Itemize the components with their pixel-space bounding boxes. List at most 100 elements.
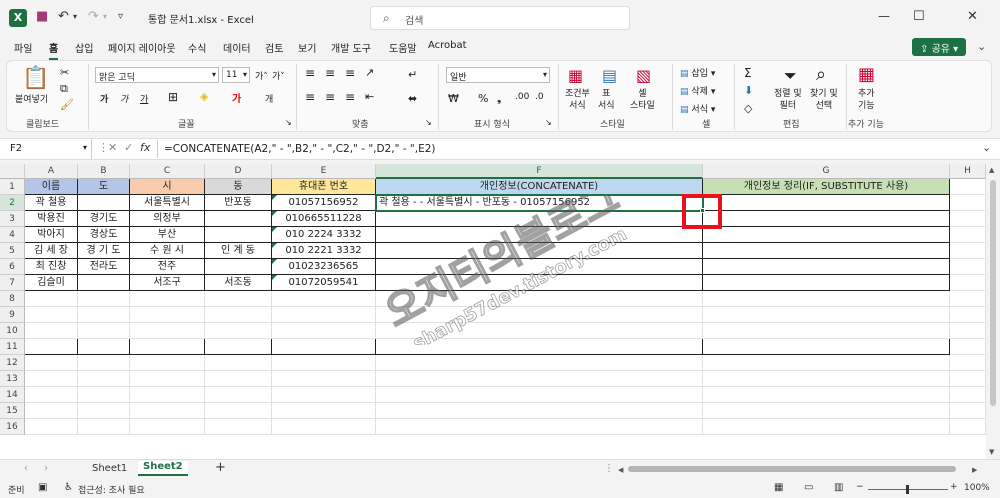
sheet-tab-sheet1[interactable]: Sheet1 <box>92 463 127 474</box>
row-header-16[interactable]: 16 <box>0 419 25 435</box>
align-center-icon[interactable]: ≡ <box>325 90 335 104</box>
data-cell[interactable]: 수 원 시 <box>130 243 205 259</box>
header-cell[interactable]: 동 <box>205 179 272 195</box>
data-cell[interactable]: 전라도 <box>78 259 130 275</box>
data-cell[interactable]: 01072059541 <box>272 275 376 291</box>
insert-cells-button[interactable]: ▤ 삽입 ▾ <box>680 66 715 79</box>
empty-cell[interactable] <box>205 307 272 323</box>
column-header-h[interactable]: H <box>950 164 986 179</box>
data-cell[interactable] <box>205 227 272 243</box>
alignment-dialog-launcher-icon[interactable]: ↘ <box>425 118 432 127</box>
data-cell[interactable]: 전주 <box>130 259 205 275</box>
data-cell[interactable]: 김 세 장 <box>25 243 78 259</box>
paste-button[interactable]: 붙여넣기 <box>15 92 48 105</box>
share-button[interactable]: ⇪ 공유 ▾ <box>912 38 966 56</box>
fill-icon[interactable]: ⬇ <box>744 84 753 97</box>
maximize-icon[interactable]: ☐ <box>913 9 925 24</box>
scroll-left-icon[interactable]: ◀ <box>618 466 623 474</box>
column-header-f[interactable]: F <box>376 164 703 179</box>
empty-cell[interactable] <box>272 371 376 387</box>
data-cell[interactable]: 의정부 <box>130 211 205 227</box>
add-sheet-button[interactable]: + <box>215 460 226 475</box>
data-cell[interactable]: 010 2224 3332 <box>272 227 376 243</box>
sheet-tab-sheet2[interactable]: Sheet2 <box>138 461 188 476</box>
horizontal-scroll-thumb[interactable] <box>628 466 956 472</box>
accessibility-icon[interactable]: ♿ <box>64 482 73 493</box>
data-cell[interactable]: 경상도 <box>78 227 130 243</box>
percent-icon[interactable]: % <box>478 92 488 105</box>
increase-decimal-icon[interactable]: .00 <box>515 92 529 102</box>
format-cells-button[interactable]: ▤ 서식 ▾ <box>680 102 715 115</box>
empty-cell[interactable] <box>25 291 78 307</box>
minimize-icon[interactable]: — <box>878 9 890 23</box>
empty-cell[interactable] <box>950 291 986 307</box>
cancel-icon[interactable]: ✕ <box>108 141 117 154</box>
accessibility-status[interactable]: 접근성: 조사 필요 <box>78 483 145 496</box>
worksheet-grid[interactable]: A B C D E F G H 1 이름 도 시 동 휴대폰 번호 개인정보(CONCATENATE) 개인정… <box>0 164 986 459</box>
conditional-format-button[interactable]: 조건부 서식 <box>565 88 590 112</box>
italic-button[interactable]: 가 <box>120 92 128 105</box>
data-cell[interactable]: 01057156952 <box>272 195 376 211</box>
data-cell[interactable]: 서조구 <box>130 275 205 291</box>
format-as-table-icon[interactable]: ▤ <box>602 66 617 85</box>
empty-cell[interactable] <box>25 339 78 355</box>
header-cell[interactable]: 휴대폰 번호 <box>272 179 376 195</box>
empty-cell[interactable] <box>376 371 703 387</box>
empty-cell[interactable] <box>130 291 205 307</box>
row-header-10[interactable]: 10 <box>0 323 25 339</box>
empty-cell[interactable] <box>703 291 950 307</box>
data-cell[interactable] <box>703 259 950 275</box>
page-layout-view-icon[interactable]: ▭ <box>804 482 813 493</box>
sheet-options-icon[interactable]: ⋮ <box>604 463 614 474</box>
search-input[interactable]: ⌕ 검색 <box>370 6 630 30</box>
orientation-icon[interactable]: ↗ <box>365 66 374 79</box>
font-color-icon[interactable]: 가 <box>232 90 241 105</box>
find-select-icon[interactable]: ⌕ <box>816 64 826 85</box>
font-dialog-launcher-icon[interactable]: ↘ <box>285 118 292 127</box>
tab-insert[interactable]: 삽입 <box>75 40 93 55</box>
row-header-13[interactable]: 13 <box>0 371 25 387</box>
empty-cell[interactable] <box>25 419 78 435</box>
empty-cell[interactable] <box>78 323 130 339</box>
data-cell[interactable] <box>703 243 950 259</box>
empty-cell[interactable] <box>703 355 950 371</box>
tab-page-layout[interactable]: 페이지 레이아웃 <box>108 40 176 55</box>
prev-sheet-icon[interactable]: ‹ <box>24 463 28 474</box>
empty-cell[interactable] <box>205 387 272 403</box>
empty-cell[interactable] <box>205 291 272 307</box>
zoom-in-icon[interactable]: + <box>950 482 958 492</box>
empty-cell[interactable] <box>950 179 986 195</box>
empty-cell[interactable] <box>25 403 78 419</box>
indent-icon[interactable]: ⇤ <box>365 90 374 103</box>
row-header-12[interactable]: 12 <box>0 355 25 371</box>
empty-cell[interactable] <box>950 419 986 435</box>
data-cell[interactable] <box>703 227 950 243</box>
empty-cell[interactable] <box>950 323 986 339</box>
tab-home[interactable]: 홈 <box>49 40 59 60</box>
close-icon[interactable]: ✕ <box>967 9 978 24</box>
empty-cell[interactable] <box>205 371 272 387</box>
row-header-15[interactable]: 15 <box>0 403 25 419</box>
header-cell[interactable]: 개인정보(CONCATENATE) <box>376 179 703 195</box>
empty-cell[interactable] <box>130 419 205 435</box>
data-cell[interactable]: 반포동 <box>205 195 272 211</box>
zoom-out-icon[interactable]: − <box>856 482 864 492</box>
row-header-2[interactable]: 2 <box>0 195 25 211</box>
next-sheet-icon[interactable]: › <box>44 463 48 474</box>
header-cell[interactable]: 도 <box>78 179 130 195</box>
data-cell[interactable] <box>376 275 703 291</box>
empty-cell[interactable] <box>272 291 376 307</box>
phonetic-icon[interactable]: 개 <box>265 92 273 105</box>
normal-view-icon[interactable]: ▦ <box>774 482 783 493</box>
find-select-button[interactable]: 찾기 및 선택 <box>810 88 838 112</box>
align-top-icon[interactable]: ≡ <box>305 66 315 80</box>
addins-button[interactable]: 추가 기능 <box>858 88 875 112</box>
data-cell[interactable] <box>703 275 950 291</box>
row-header-5[interactable]: 5 <box>0 243 25 259</box>
decrease-decimal-icon[interactable]: .0 <box>535 92 544 102</box>
font-name-select[interactable]: 맑은 고딕 ▾ <box>95 67 219 83</box>
macro-record-icon[interactable]: ▣ <box>38 482 47 493</box>
data-cell[interactable]: 부산 <box>130 227 205 243</box>
name-box[interactable]: F2 ▾ <box>4 139 92 159</box>
empty-cell[interactable] <box>130 403 205 419</box>
